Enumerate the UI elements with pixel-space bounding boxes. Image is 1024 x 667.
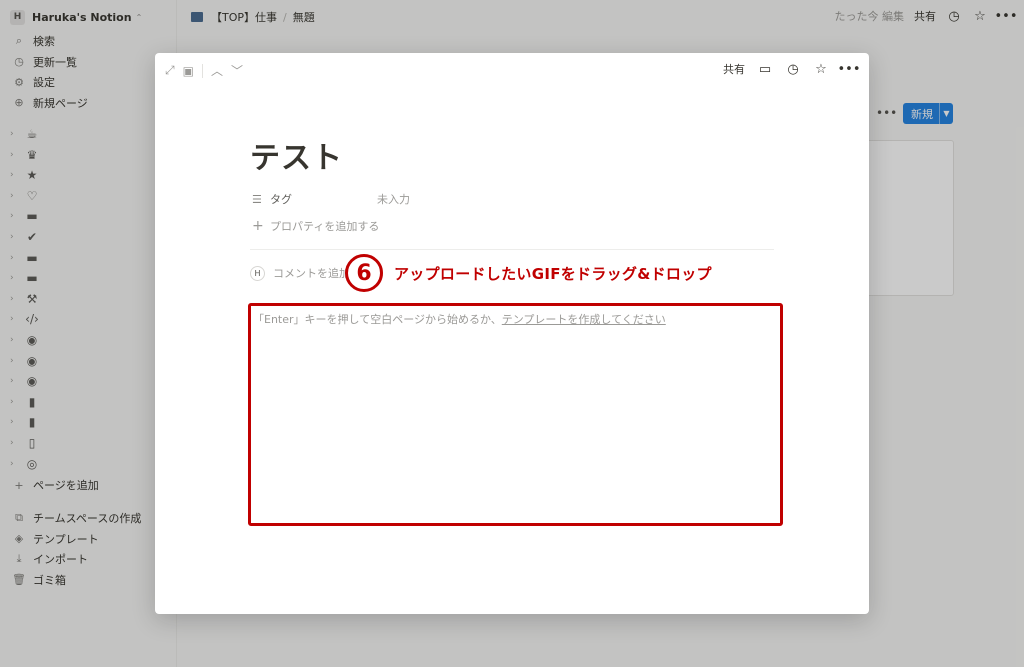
page-peek-modal: ⤢ ▣ ︿ ﹀ 共有 ▭ ◷ ☆ ••• テスト ☰ タグ 未入力 + プロパテ…	[155, 53, 869, 614]
expand-icon[interactable]: ⤢	[165, 63, 175, 78]
page-body-placeholder[interactable]: 「Enter」キーを押して空白ページから始めるか、テンプレートを作成してください	[253, 311, 666, 327]
modal-right-controls: 共有 ▭ ◷ ☆ •••	[723, 61, 861, 77]
divider	[201, 63, 203, 78]
list-icon: ☰	[252, 192, 262, 206]
avatar: H	[250, 265, 265, 281]
page-title[interactable]: テスト	[250, 133, 343, 177]
divider	[250, 249, 774, 250]
step-annotation: 6 アップロードしたいGIFをドラッグ&ドロップ	[345, 254, 712, 292]
create-template-link[interactable]: テンプレートを作成してください	[502, 313, 666, 326]
placeholder-text: 「Enter」キーを押して空白ページから始めるか、	[253, 313, 502, 326]
star-icon[interactable]: ☆	[813, 61, 829, 77]
drop-zone-highlight[interactable]	[248, 303, 783, 526]
property-name: タグ	[270, 193, 292, 206]
plus-icon: +	[252, 218, 264, 234]
peek-mode-icon[interactable]: ▣	[183, 64, 194, 78]
property-value[interactable]: 未入力	[377, 190, 410, 208]
add-property-button[interactable]: + プロパティを追加する	[252, 217, 379, 235]
clock-icon[interactable]: ◷	[785, 61, 801, 77]
comment-input[interactable]: H コメントを追加...	[250, 264, 361, 282]
step-instruction: アップロードしたいGIFをドラッグ&ドロップ	[394, 264, 712, 283]
comment-icon[interactable]: ▭	[757, 61, 773, 77]
add-property-label: プロパティを追加する	[270, 220, 380, 233]
chevron-down-icon[interactable]: ﹀	[231, 62, 243, 79]
more-icon[interactable]: •••	[838, 61, 861, 77]
modal-left-controls: ⤢ ▣ ︿ ﹀	[165, 62, 243, 79]
modal-share-button[interactable]: 共有	[723, 61, 745, 77]
property-tag[interactable]: ☰ タグ	[252, 190, 292, 208]
chevron-up-icon[interactable]: ︿	[211, 62, 223, 79]
step-number-badge: 6	[345, 254, 383, 292]
